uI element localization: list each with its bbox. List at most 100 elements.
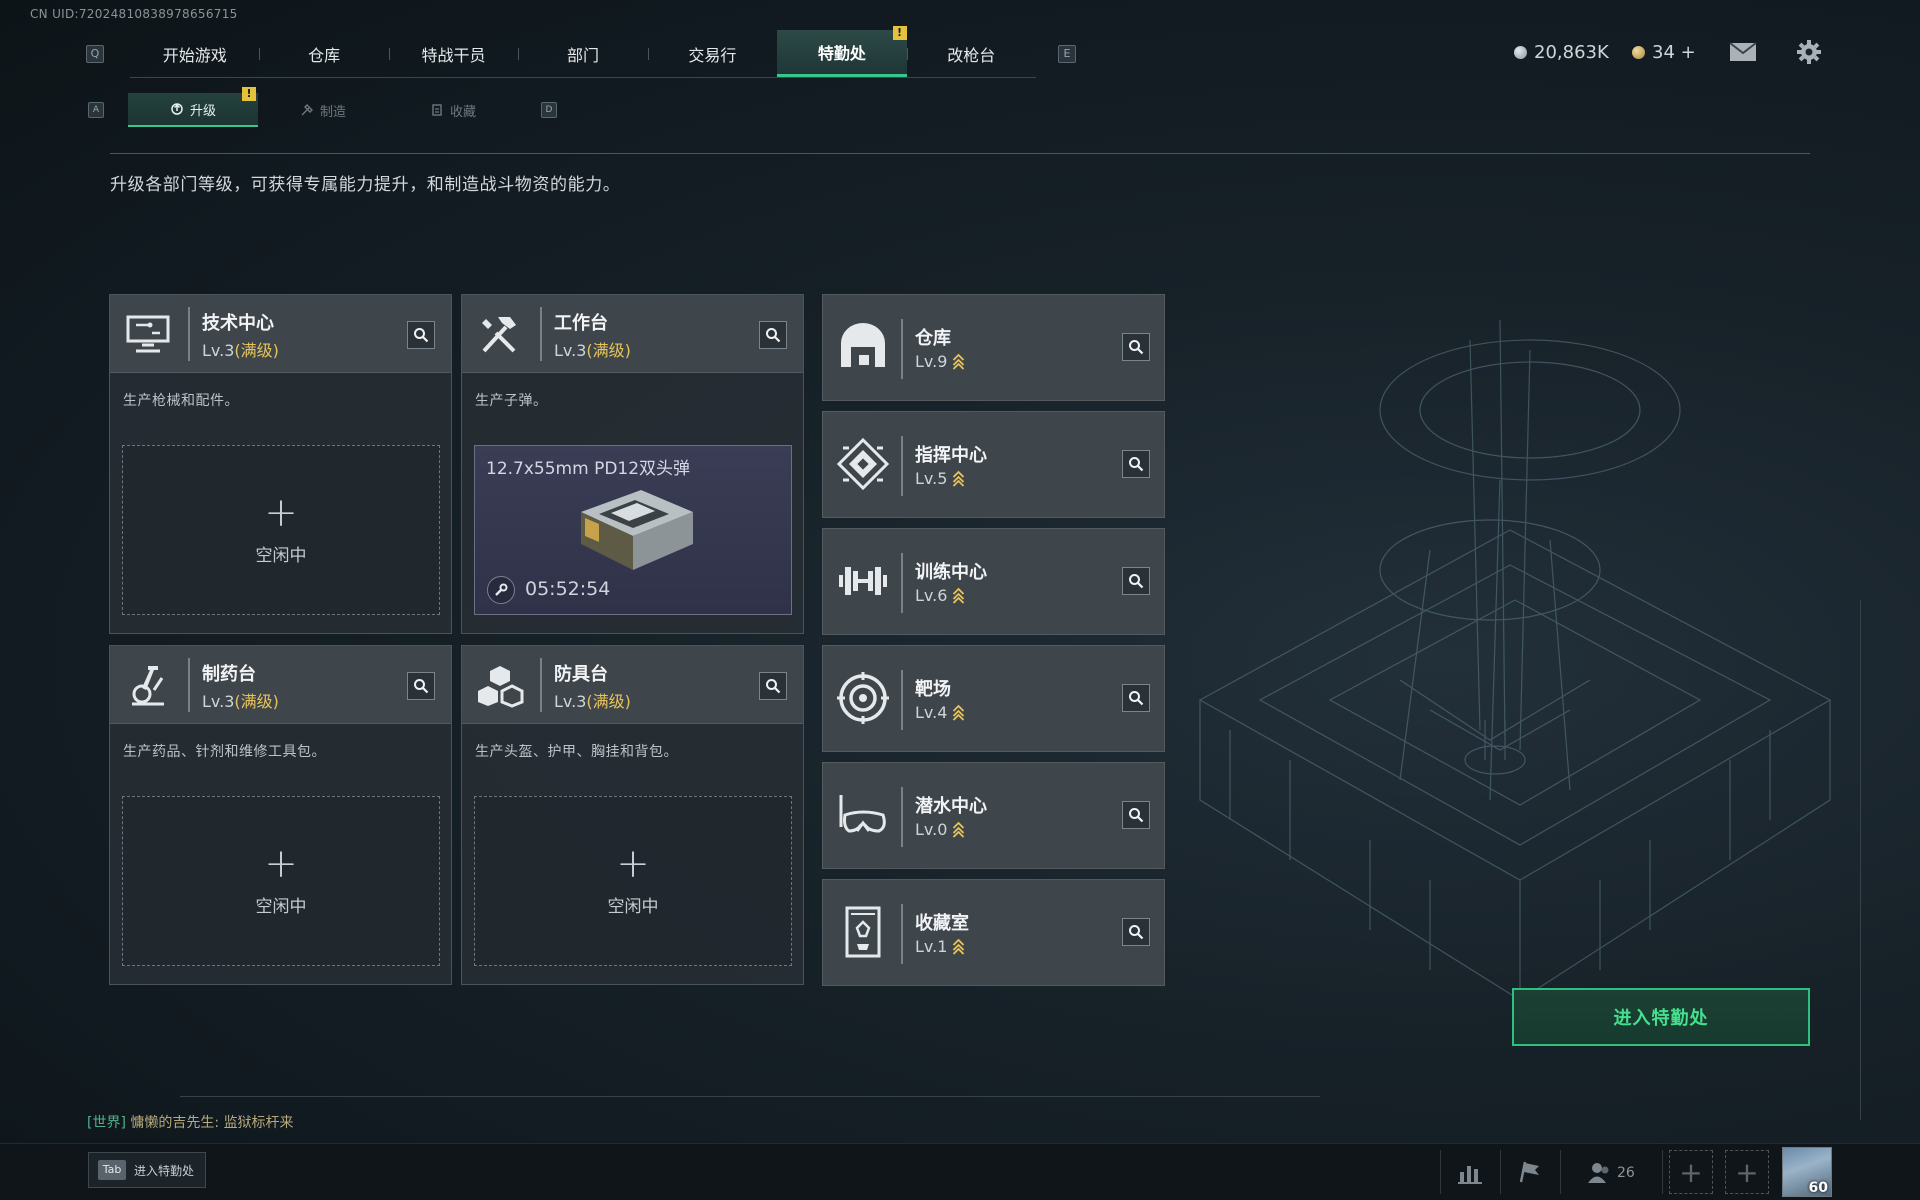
tab-special-ops[interactable]: 特勤处 ! xyxy=(777,26,907,77)
tab-label: 开始游戏 xyxy=(162,45,227,65)
silver-currency[interactable]: 20,863K xyxy=(1514,42,1609,63)
building-collection-room[interactable]: 收藏室 Lv.1 xyxy=(822,879,1165,986)
max-level-tag: (满级) xyxy=(234,341,279,360)
level-value: Lv.4 xyxy=(915,703,948,722)
subtab-upgrade[interactable]: 升级 ! xyxy=(128,87,258,127)
friends-count: 26 xyxy=(1617,1165,1635,1181)
tab-trade[interactable]: 交易行 xyxy=(647,30,777,77)
card-pharmacy[interactable]: 制药台 Lv.3(满级) 生产药品、针剂和维修工具包。 + 空闲中 xyxy=(109,645,452,985)
tab-label: 特战干员 xyxy=(421,45,486,65)
building-shooting-range[interactable]: 靶场 Lv.4 xyxy=(822,645,1165,752)
card-level: Lv.3(满级) xyxy=(202,688,279,712)
building-warehouse[interactable]: 仓库 Lv.9 xyxy=(822,294,1165,401)
add-party-slot-2[interactable]: + xyxy=(1725,1150,1769,1194)
max-level-tag: (满级) xyxy=(586,692,631,711)
search-icon[interactable] xyxy=(1122,450,1150,478)
search-icon[interactable] xyxy=(1122,801,1150,829)
silver-amount: 20,863K xyxy=(1534,42,1609,63)
stats-chart-icon[interactable] xyxy=(1448,1150,1492,1194)
building-diving-center[interactable]: 潜水中心 Lv.0 xyxy=(822,762,1165,869)
card-workbench[interactable]: 工作台 Lv.3(满级) 生产子弹。 12.7x55mm PD12双头弹 05:… xyxy=(461,294,804,634)
player-avatar[interactable]: 60 xyxy=(1782,1147,1832,1197)
building-name: 潜水中心 xyxy=(915,796,987,817)
page-description: 升级各部门等级，可获得专属能力提升，和制造战斗物资的能力。 xyxy=(110,175,621,195)
tab-label: 改枪台 xyxy=(947,45,996,65)
training-center-icon xyxy=(839,567,887,595)
tab-warehouse[interactable]: 仓库 xyxy=(259,30,388,77)
header-separator xyxy=(901,319,903,379)
production-in-progress[interactable]: 12.7x55mm PD12双头弹 05:52:54 xyxy=(474,445,792,615)
subtab-label: 制造 xyxy=(319,104,346,120)
subtab-label: 升级 xyxy=(189,103,216,119)
production-slot[interactable]: + 空闲中 xyxy=(474,796,792,966)
tab-label: 交易行 xyxy=(688,45,737,65)
card-description: 生产子弹。 xyxy=(475,393,548,409)
header-separator xyxy=(188,658,190,712)
card-header: 技术中心 Lv.3(满级) xyxy=(110,295,451,373)
search-icon[interactable] xyxy=(759,321,787,349)
flag-icon[interactable] xyxy=(1508,1150,1552,1194)
subtab-craft[interactable]: 制造 xyxy=(258,93,388,127)
building-level: Lv.6 xyxy=(915,586,965,605)
gold-currency[interactable]: 34 + xyxy=(1632,42,1696,63)
subtab-label: 收藏 xyxy=(449,104,476,120)
upgrade-chevron-icon xyxy=(953,704,965,721)
workbench-icon xyxy=(482,317,516,353)
production-slot[interactable]: + 空闲中 xyxy=(122,796,440,966)
level-value: Lv.9 xyxy=(915,352,948,371)
tab-key-label: Tab xyxy=(98,1160,126,1180)
add-plus-icon: + xyxy=(264,840,298,887)
diving-center-icon xyxy=(839,795,886,833)
world-chat-line[interactable]: [世界] 慵懒的吉先生: 监狱标杆来 xyxy=(87,1112,294,1132)
tech-center-icon xyxy=(126,315,170,353)
slot-status: 空闲中 xyxy=(255,896,307,917)
card-level: Lv.3(满级) xyxy=(554,688,631,712)
armor-bench-icon xyxy=(478,666,524,708)
tab-gunsmith[interactable]: 改枪台 xyxy=(906,30,1036,77)
building-training-center[interactable]: 训练中心 Lv.6 xyxy=(822,528,1165,635)
tab-shortcut-label: 进入特勤处 xyxy=(134,1163,195,1178)
building-name: 训练中心 xyxy=(915,562,987,583)
search-icon[interactable] xyxy=(1122,918,1150,946)
building-level: Lv.9 xyxy=(915,352,965,371)
chat-message: 监狱标杆来 xyxy=(223,1115,294,1131)
tab-operators[interactable]: 特战干员 xyxy=(388,30,518,77)
search-icon[interactable] xyxy=(407,321,435,349)
tab-departments[interactable]: 部门 xyxy=(518,30,647,77)
add-plus-icon: + xyxy=(264,489,298,536)
gold-coin-icon xyxy=(1632,46,1645,59)
base-wireframe-illustration xyxy=(1198,319,1832,1002)
building-name: 收藏室 xyxy=(915,913,969,934)
gold-amount: 34 + xyxy=(1652,42,1696,63)
upgrade-chevron-icon xyxy=(953,821,965,838)
card-description: 生产枪械和配件。 xyxy=(123,393,239,409)
add-plus-icon: + xyxy=(1679,1155,1703,1189)
add-party-slot-1[interactable]: + xyxy=(1669,1150,1713,1194)
building-command-center[interactable]: 指挥中心 Lv.5 xyxy=(822,411,1165,518)
level-value: Lv.0 xyxy=(915,820,948,839)
search-icon[interactable] xyxy=(759,672,787,700)
subtab-collection[interactable]: 收藏 xyxy=(388,93,518,127)
search-icon[interactable] xyxy=(1122,567,1150,595)
tab-shortcut-button[interactable]: Tab 进入特勤处 xyxy=(88,1152,206,1188)
search-icon[interactable] xyxy=(1122,333,1150,361)
card-level: Lv.3(满级) xyxy=(202,337,279,361)
card-description: 生产药品、针剂和维修工具包。 xyxy=(123,744,326,760)
level-value: Lv.3 xyxy=(554,341,587,360)
card-armor-bench[interactable]: 防具台 Lv.3(满级) 生产头盔、护甲、胸挂和背包。 + 空闲中 xyxy=(461,645,804,985)
production-slot[interactable]: + 空闲中 xyxy=(122,445,440,615)
tab-start-game[interactable]: 开始游戏 xyxy=(130,30,259,77)
search-icon[interactable] xyxy=(407,672,435,700)
ammo-box-icon xyxy=(581,490,693,570)
settings-gear-icon[interactable] xyxy=(1793,38,1825,66)
max-level-tag: (满级) xyxy=(234,692,279,711)
mail-icon[interactable] xyxy=(1727,38,1759,66)
card-header: 制药台 Lv.3(满级) xyxy=(110,646,451,724)
tab-label: 仓库 xyxy=(308,45,341,65)
add-plus-icon: + xyxy=(616,840,650,887)
card-tech-center[interactable]: 技术中心 Lv.3(满级) 生产枪械和配件。 + 空闲中 xyxy=(109,294,452,634)
craft-icon xyxy=(301,104,313,116)
enter-special-ops-button[interactable]: 进入特勤处 xyxy=(1512,988,1810,1046)
search-icon[interactable] xyxy=(1122,684,1150,712)
friends-button[interactable]: 26 xyxy=(1587,1162,1635,1184)
